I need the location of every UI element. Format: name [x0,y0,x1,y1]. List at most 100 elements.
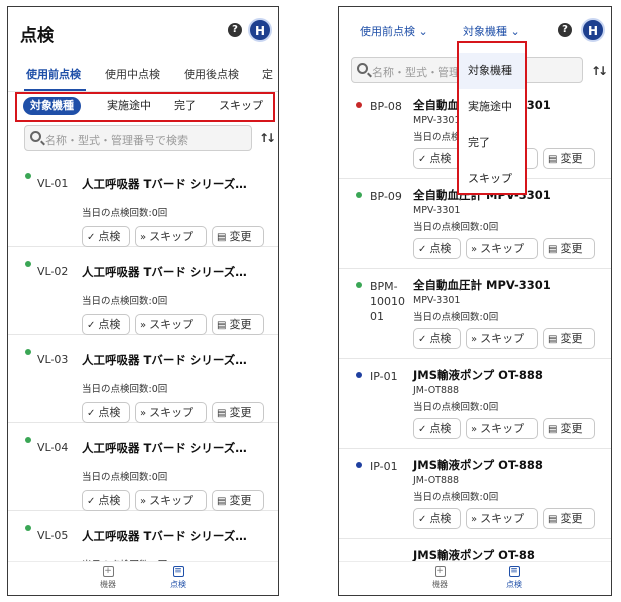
item-code: VL-04 [37,441,69,454]
skip-button[interactable]: »スキップ [135,402,207,423]
button-label: 変更 [560,242,583,255]
list-item[interactable]: IP-01 JMS輸液ポンプ OT-888 JM-OT888 当日の点検回数:0回 ✓ 点… [339,359,611,449]
nav-devices[interactable]: + 機器 [420,566,460,590]
avatar[interactable]: H [581,18,605,42]
chip-complete[interactable]: 完了 [174,97,196,115]
status-dot [25,261,31,267]
button-label: 変更 [229,318,252,331]
plus-box-icon: + [434,566,446,577]
check-icon: ✓ [87,496,96,507]
dropdown-label: 使用前点検 [360,25,415,38]
skip-button[interactable]: »スキップ [135,490,207,511]
nav-devices[interactable]: + 機器 [88,566,128,590]
button-label: スキップ [480,422,525,435]
item-name: JMS輸液ポンプ OT-888 [413,368,543,382]
search-icon [30,131,41,142]
inspect-button[interactable]: ✓点検 [82,402,130,423]
list-item[interactable]: VL-02 人工呼吸器 Tバード シリーズ… 当日の点検回数:0回 ✓ 点検» スキップ ▤… [8,247,278,335]
inspect-button[interactable]: ✓点検 [82,490,130,511]
button-label: 点検 [429,422,452,435]
status-dot [356,192,362,198]
menu-item-in-progress[interactable]: 実施途中 [459,89,525,125]
button-label: 点検 [98,318,121,331]
plus-box-icon: + [102,566,114,577]
bottom-nav: + 機器 ≡ 点検 [8,561,278,595]
nav-label-devices: 機器 [100,580,116,589]
change-button[interactable]: ▤変更 [212,490,264,511]
tab-pre-use[interactable]: 使用前点検 [26,66,81,82]
item-code: 01 [370,310,384,323]
item-model: JM-OT888 [413,475,460,486]
tab-periodic[interactable]: 定 [262,66,273,82]
search-placeholder: 名称・型式・管理 [372,66,460,79]
inspect-button[interactable]: ✓点検 [82,314,130,335]
skip-button[interactable]: »スキップ [466,508,538,529]
skip-button[interactable]: »スキップ [466,328,538,349]
search-placeholder: 名称・型式・管理番号で検索 [45,134,188,147]
item-code: IP-01 [370,370,398,383]
inspect-button[interactable]: ✓点検 [413,238,461,259]
nav-inspection[interactable]: ≡ 点検 [494,566,534,590]
menu-item-target-model[interactable]: 対象機種 [459,53,525,89]
skip-button[interactable]: »スキップ [466,238,538,259]
skip-button[interactable]: »スキップ [466,418,538,439]
nav-inspection[interactable]: ≡ 点検 [158,566,198,590]
chip-in-progress[interactable]: 実施途中 [107,97,151,115]
list-item[interactable]: IP-01 JMS輸液ポンプ OT-888 JM-OT888 当日の点検回数:0回 ✓ 点… [339,449,611,539]
button-label: スキップ [149,494,194,507]
check-icon: ✓ [87,320,96,331]
nav-label-devices: 機器 [432,580,448,589]
change-button[interactable]: ▤変更 [212,226,264,247]
button-label: スキップ [480,332,525,345]
item-code: VL-02 [37,265,69,278]
skip-button[interactable]: »スキップ [135,226,207,247]
inspect-button[interactable]: ✓点検 [82,226,130,247]
inspect-button[interactable]: ✓点検 [413,328,461,349]
status-dot [25,437,31,443]
button-label: スキップ [149,406,194,419]
calendar-icon: ▤ [217,232,227,243]
tab-post-use[interactable]: 使用後点検 [184,66,239,82]
list-item[interactable]: VL-03 人工呼吸器 Tバード シリーズ… 当日の点検回数:0回 ✓ 点検» スキップ ▤… [8,335,278,423]
change-button[interactable]: ▤変更 [212,402,264,423]
item-code: BP-09 [370,190,402,203]
inspection-type-dropdown[interactable]: 使用前点検 ⌄ [360,23,428,39]
status-dot [25,349,31,355]
double-chevron-icon: » [471,334,478,345]
change-button[interactable]: ▤変更 [543,328,595,349]
sort-icon[interactable]: ↑↓ [591,64,608,78]
inspect-button[interactable]: ✓点検 [413,418,461,439]
list-item[interactable]: BPM- 10010 01 全自動血圧計 MPV-3301 MPV-3301 当日の点検回… [339,269,611,359]
sort-icon[interactable]: ↑↓ [259,131,276,145]
item-name: 人工呼吸器 Tバード シリーズ… [82,265,247,279]
change-button[interactable]: ▤変更 [543,238,595,259]
item-name: 人工呼吸器 Tバード シリーズ… [82,441,247,455]
inspect-button[interactable]: ✓点検 [413,508,461,529]
help-icon[interactable]: ? [558,23,572,37]
search-input[interactable]: 名称・型式・管理番号で検索 [24,125,252,151]
inspect-button[interactable]: ✓点検 [413,148,461,169]
item-name: 人工呼吸器 Tバード シリーズ… [82,353,247,367]
change-button[interactable]: ▤変更 [212,314,264,335]
status-dot [25,173,31,179]
button-label: スキップ [480,512,525,525]
skip-button[interactable]: »スキップ [135,314,207,335]
help-icon[interactable]: ? [228,23,242,37]
change-button[interactable]: ▤変更 [543,508,595,529]
button-label: 変更 [560,152,583,165]
list-item[interactable]: VL-04 人工呼吸器 Tバード シリーズ… 当日の点検回数:0回 ✓ 点検» スキップ ▤… [8,423,278,511]
list-item[interactable]: VL-01 人工呼吸器 Tバード シリーズ… 当日の点検回数:0回 ✓ 点検» スキップ ▤… [8,159,278,247]
change-button[interactable]: ▤変更 [543,418,595,439]
chip-skip[interactable]: スキップ [219,97,263,115]
double-chevron-icon: » [471,244,478,255]
menu-item-complete[interactable]: 完了 [459,125,525,161]
chip-target-model[interactable]: 対象機種 [23,97,81,115]
menu-item-skip[interactable]: スキップ [459,161,525,197]
tab-in-use[interactable]: 使用中点検 [105,66,160,82]
avatar[interactable]: H [248,18,272,42]
filter-dropdown[interactable]: 対象機種 ⌄ [463,23,520,39]
item-name: 全自動血圧計 MPV-3301 [413,278,551,292]
left-phone-screen: 点検 ? H 使用前点検 使用中点検 使用後点検 定 対象機種 実施途中 完了 … [7,6,279,596]
change-button[interactable]: ▤変更 [543,148,595,169]
tab-active-indicator [24,89,86,91]
